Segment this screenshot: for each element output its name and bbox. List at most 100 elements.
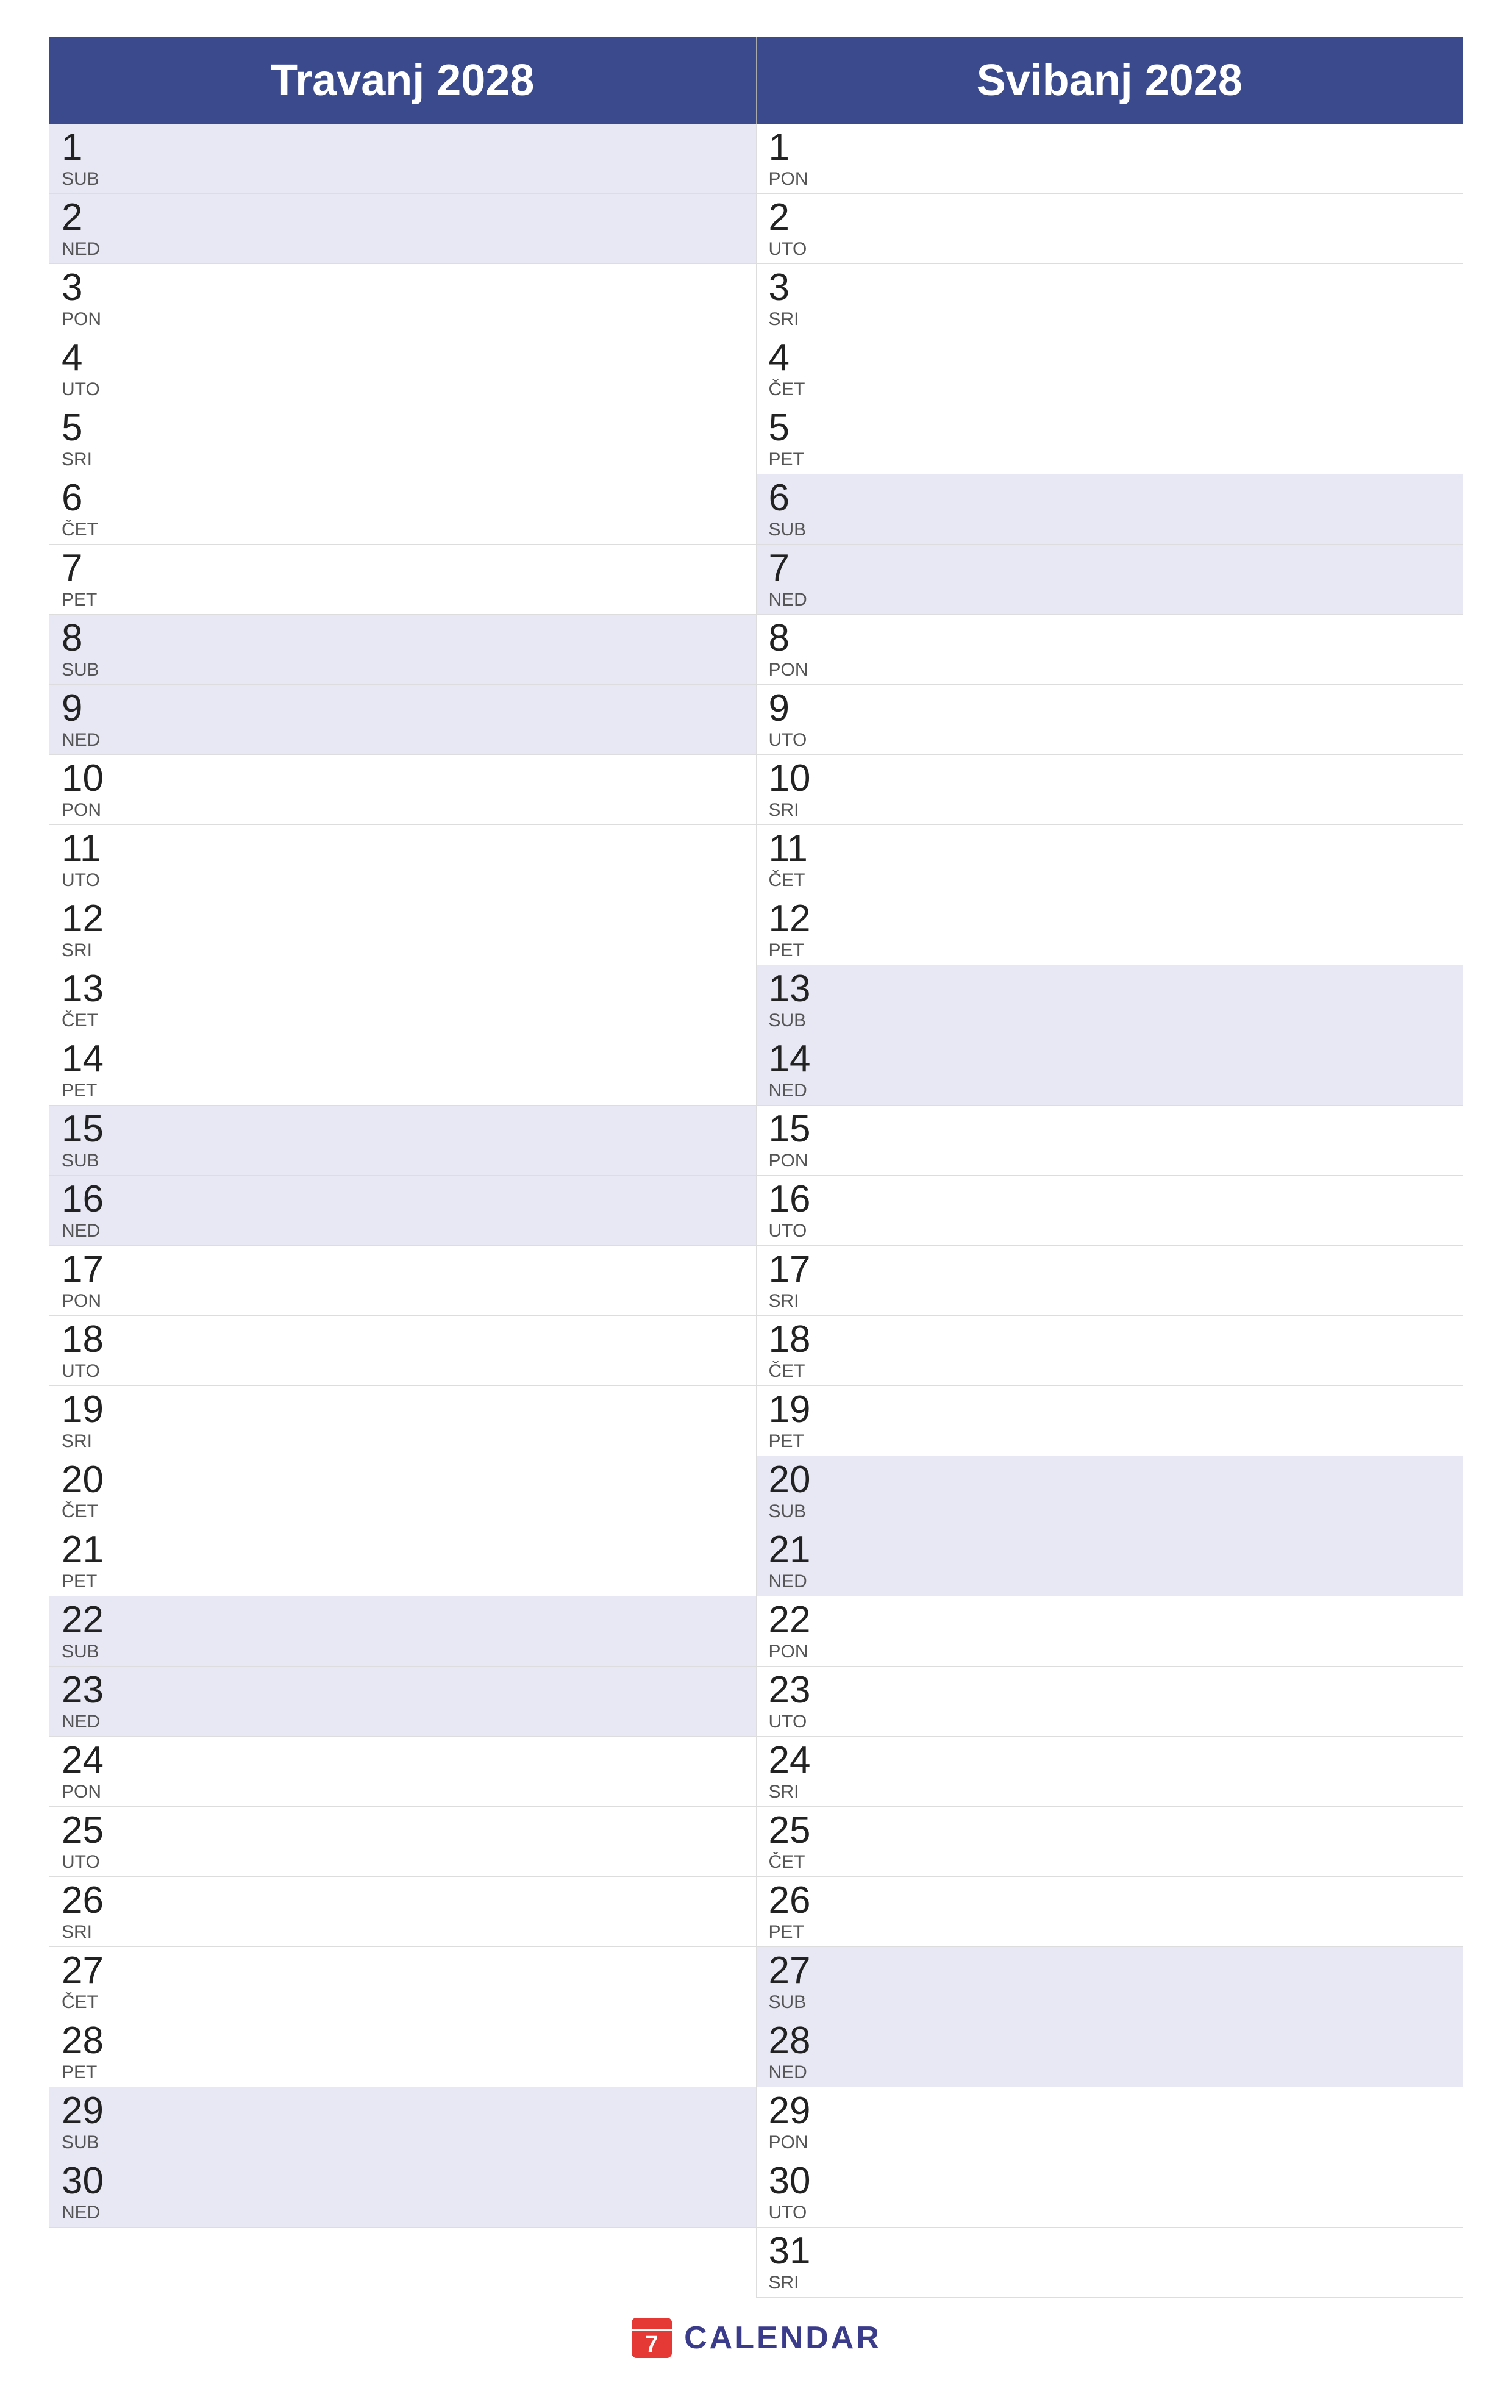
day-name: SUB bbox=[62, 170, 116, 188]
day-row: 29SUB bbox=[49, 2087, 756, 2157]
day-row: 13SUB bbox=[757, 965, 1463, 1035]
day-info: 30NED bbox=[62, 2162, 116, 2222]
day-row: 8 PON bbox=[757, 615, 1463, 685]
footer: 7 CALENDAR bbox=[49, 2298, 1463, 2371]
day-row: 18 UTO bbox=[49, 1316, 756, 1386]
day-row: 12PET bbox=[757, 895, 1463, 965]
calendar-logo-icon: 7 bbox=[630, 2317, 673, 2359]
day-name: SRI bbox=[62, 1923, 116, 1942]
day-number: 23 bbox=[62, 1671, 116, 1709]
day-number: 26 bbox=[62, 1882, 116, 1920]
day-info: 26 SRI bbox=[62, 1882, 116, 1942]
day-name: SRI bbox=[769, 2274, 824, 2292]
day-row: 22SUB bbox=[49, 1596, 756, 1667]
day-number: 22 bbox=[769, 1601, 824, 1639]
day-row: 18ČET bbox=[757, 1316, 1463, 1386]
day-name: PET bbox=[769, 451, 824, 469]
day-number: 11 bbox=[62, 830, 116, 868]
day-number: 4 bbox=[769, 339, 824, 377]
day-number: 7 bbox=[62, 549, 116, 587]
day-name: NED bbox=[62, 1222, 116, 1240]
day-name: PET bbox=[62, 1082, 116, 1100]
day-info: 9NED bbox=[62, 690, 116, 749]
day-info: 1SUB bbox=[62, 129, 116, 188]
day-number: 29 bbox=[62, 2092, 116, 2130]
day-row: 11ČET bbox=[757, 825, 1463, 895]
day-row: 10SRI bbox=[757, 755, 1463, 825]
day-row: 24SRI bbox=[757, 1737, 1463, 1807]
day-row: 23UTO bbox=[757, 1667, 1463, 1737]
day-info: 25ČET bbox=[769, 1812, 824, 1871]
day-name: ČET bbox=[769, 1853, 824, 1871]
day-row: 30 UTO bbox=[757, 2157, 1463, 2228]
day-name: PON bbox=[769, 661, 824, 679]
day-number: 19 bbox=[769, 1391, 824, 1429]
calendar-body: 1SUB2NED3PON4UTO5SRI6ČET7PET8SUB9NED10PO… bbox=[49, 124, 1463, 2298]
day-row: 27SUB bbox=[757, 1947, 1463, 2017]
day-name: SUB bbox=[62, 1152, 116, 1170]
day-info: 20 ČET bbox=[62, 1461, 116, 1521]
day-name: NED bbox=[62, 240, 116, 259]
day-number: 8 bbox=[769, 620, 824, 657]
day-name: ČET bbox=[769, 380, 824, 399]
day-number: 5 bbox=[62, 409, 116, 447]
day-name: SRI bbox=[769, 801, 824, 820]
day-info: 9UTO bbox=[769, 690, 824, 749]
day-row: 9NED bbox=[49, 685, 756, 755]
day-row: 25UTO bbox=[49, 1807, 756, 1877]
day-number: 21 bbox=[62, 1531, 116, 1569]
day-name: ČET bbox=[62, 1502, 116, 1521]
month-column-may: 1PON2UTO3SRI4ČET5PET6SUB7NED8PON9UTO10SR… bbox=[757, 124, 1463, 2298]
day-name: PON bbox=[62, 801, 116, 820]
day-info: 23 NED bbox=[62, 1671, 116, 1731]
day-info: 28PET bbox=[62, 2022, 116, 2082]
day-name: SRI bbox=[769, 1292, 824, 1310]
day-number: 16 bbox=[62, 1181, 116, 1218]
day-name: NED bbox=[62, 2204, 116, 2222]
day-number: 3 bbox=[62, 269, 116, 307]
day-name: SUB bbox=[769, 1993, 824, 2012]
day-number: 14 bbox=[62, 1040, 116, 1078]
day-info: 4UTO bbox=[62, 339, 116, 399]
day-number: 4 bbox=[62, 339, 116, 377]
day-number: 2 bbox=[62, 199, 116, 237]
day-name: PON bbox=[769, 2134, 824, 2152]
day-number: 5 bbox=[769, 409, 824, 447]
day-name: PON bbox=[769, 170, 824, 188]
day-row: 5 PET bbox=[757, 404, 1463, 474]
day-name: UTO bbox=[769, 2204, 824, 2222]
day-info: 29PON bbox=[769, 2092, 824, 2152]
day-info: 27ČET bbox=[62, 1952, 116, 2012]
day-name: UTO bbox=[62, 1853, 116, 1871]
day-row: 12SRI bbox=[49, 895, 756, 965]
day-number: 10 bbox=[62, 760, 116, 798]
day-number: 14 bbox=[769, 1040, 824, 1078]
day-number: 17 bbox=[769, 1251, 824, 1288]
day-row: 1SUB bbox=[49, 124, 756, 194]
day-info: 8 PON bbox=[769, 620, 824, 679]
day-info: 16UTO bbox=[769, 1181, 824, 1240]
day-name: UTO bbox=[62, 1362, 116, 1381]
day-name: NED bbox=[62, 1713, 116, 1731]
day-name: ČET bbox=[62, 1012, 116, 1030]
day-name: PON bbox=[769, 1152, 824, 1170]
day-name: UTO bbox=[769, 731, 824, 749]
day-row: 11UTO bbox=[49, 825, 756, 895]
day-name: ČET bbox=[769, 871, 824, 890]
day-info: 13SUB bbox=[769, 970, 824, 1030]
day-number: 21 bbox=[769, 1531, 824, 1569]
day-number: 20 bbox=[62, 1461, 116, 1499]
day-row: 21PET bbox=[49, 1526, 756, 1596]
day-name: SUB bbox=[62, 661, 116, 679]
day-name: UTO bbox=[769, 240, 824, 259]
day-row: 20SUB bbox=[757, 1456, 1463, 1526]
day-number: 7 bbox=[769, 549, 824, 587]
day-name: ČET bbox=[62, 521, 116, 539]
day-number: 12 bbox=[62, 900, 116, 938]
day-row: 27ČET bbox=[49, 1947, 756, 2017]
day-row: 10 PON bbox=[49, 755, 756, 825]
day-info: 27SUB bbox=[769, 1952, 824, 2012]
day-row: 30NED bbox=[49, 2157, 756, 2228]
day-number: 18 bbox=[62, 1321, 116, 1359]
day-number: 30 bbox=[769, 2162, 824, 2200]
